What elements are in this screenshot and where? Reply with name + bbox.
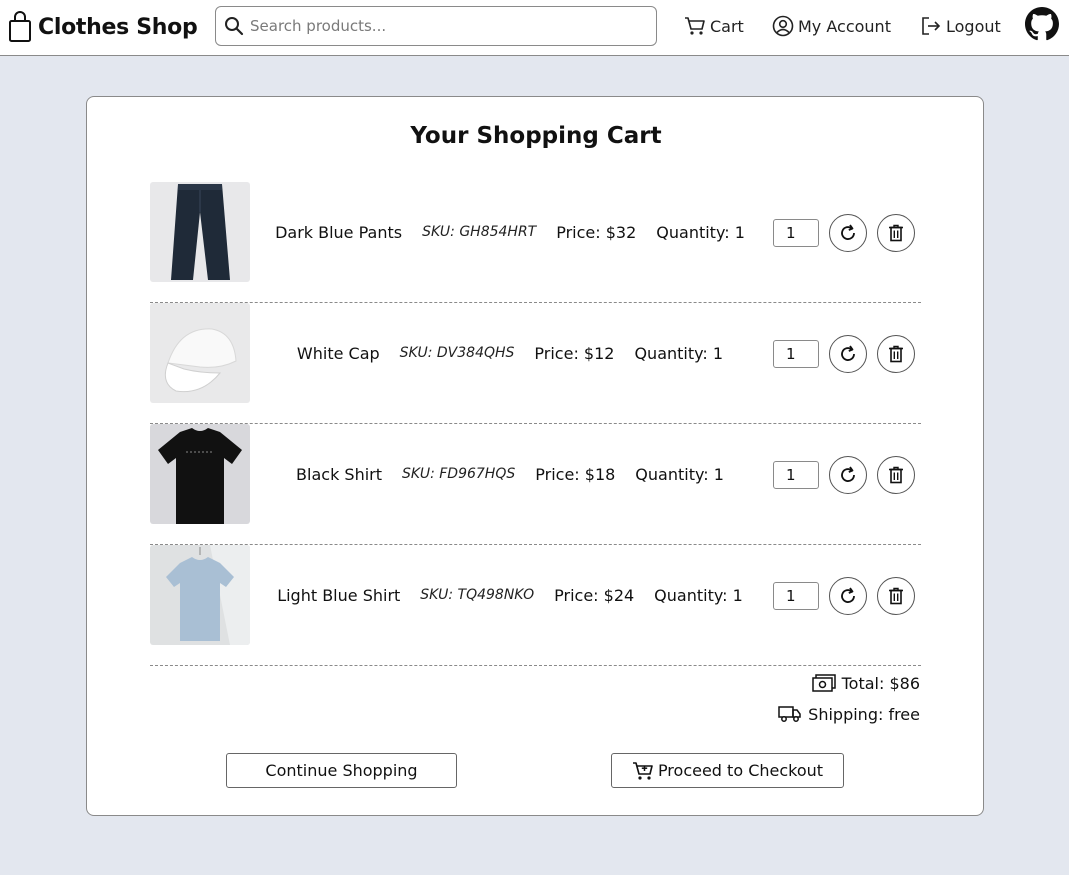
page-title: Your Shopping Cart (410, 123, 662, 149)
truck-icon (778, 706, 801, 722)
update-quantity-button[interactable] (829, 335, 867, 373)
nav-cart-label: Cart (710, 16, 744, 36)
item-quantity: Quantity: 1 (635, 464, 724, 484)
search-bar (215, 6, 657, 46)
item-name: Dark Blue Pants (275, 222, 403, 242)
item-name: Light Blue Shirt (277, 585, 401, 605)
item-sku: SKU: GH854HRT (422, 224, 537, 240)
quantity-input[interactable] (773, 219, 819, 247)
item-quantity: Quantity: 1 (656, 222, 745, 242)
cart-item-row: Dark Blue Pants SKU: GH854HRT Price: $32… (150, 182, 921, 303)
refresh-icon (841, 466, 855, 482)
user-circle-icon (772, 15, 794, 37)
refresh-icon (841, 224, 855, 240)
item-price: Price: $24 (554, 585, 635, 605)
nav-logout-label: Logout (946, 16, 1001, 36)
shipping-info: Shipping: free (778, 704, 920, 724)
product-image-black-shirt (150, 424, 250, 524)
trash-icon (889, 466, 903, 484)
item-quantity: Quantity: 1 (654, 585, 743, 605)
github-icon (1025, 7, 1059, 41)
total-label: Total: $86 (841, 673, 920, 693)
item-details: Dark Blue Pants SKU: GH854HRT Price: $32… (250, 182, 770, 282)
brand-name: Clothes Shop (38, 14, 198, 40)
refresh-icon (841, 345, 855, 361)
item-details: Light Blue Shirt SKU: TQ498NKO Price: $2… (250, 545, 770, 645)
item-details: Black Shirt SKU: FD967HQS Price: $18 Qua… (250, 424, 770, 524)
item-details: White Cap SKU: DV384QHS Price: $12 Quant… (250, 303, 770, 403)
cart-plus-icon (632, 761, 653, 780)
cart-total: Total: $86 (811, 673, 920, 693)
shopping-bag-icon (9, 11, 31, 42)
quantity-input[interactable] (773, 461, 819, 489)
cart-item-row: Black Shirt SKU: FD967HQS Price: $18 Qua… (150, 424, 921, 545)
nav-cart-link[interactable]: Cart (684, 14, 744, 38)
item-name: Black Shirt (296, 464, 383, 484)
search-input[interactable] (250, 11, 640, 41)
remove-item-button[interactable] (877, 456, 915, 494)
trash-icon (889, 345, 903, 363)
item-sku: SKU: FD967HQS (402, 466, 516, 482)
shipping-label: Shipping: free (808, 704, 920, 724)
refresh-icon (841, 587, 855, 603)
remove-item-button[interactable] (877, 335, 915, 373)
continue-shopping-label: Continue Shopping (265, 761, 418, 780)
item-price: Price: $12 (534, 343, 615, 363)
logout-icon (922, 17, 941, 35)
quantity-input[interactable] (773, 582, 819, 610)
checkout-label: Proceed to Checkout (657, 761, 824, 780)
item-name: White Cap (296, 343, 380, 363)
brand-logo[interactable]: Clothes Shop (8, 10, 198, 44)
item-sku: SKU: DV384QHS (399, 345, 515, 361)
checkout-button[interactable]: Proceed to Checkout (611, 753, 844, 788)
trash-icon (889, 587, 903, 605)
cart-card: Your Shopping Cart Dark Blue Pants SKU: … (86, 96, 984, 816)
nav-account-label: My Account (798, 16, 891, 36)
product-image-light-blue-shirt (150, 545, 250, 645)
item-price: Price: $18 (535, 464, 616, 484)
remove-item-button[interactable] (877, 577, 915, 615)
update-quantity-button[interactable] (829, 456, 867, 494)
remove-item-button[interactable] (877, 214, 915, 252)
cart-icon (685, 17, 705, 35)
item-price: Price: $32 (556, 222, 637, 242)
github-link[interactable] (1025, 7, 1059, 45)
update-quantity-button[interactable] (829, 577, 867, 615)
cart-item-row: White Cap SKU: DV384QHS Price: $12 Quant… (150, 303, 921, 424)
search-icon (225, 17, 244, 36)
quantity-input[interactable] (773, 340, 819, 368)
nav-logout-link[interactable]: Logout (920, 14, 1001, 38)
continue-shopping-button[interactable]: Continue Shopping (226, 753, 457, 788)
item-quantity: Quantity: 1 (634, 343, 724, 363)
product-image-white-cap (150, 303, 250, 403)
money-icon (811, 674, 836, 692)
nav-account-link[interactable]: My Account (772, 14, 891, 38)
product-image-dark-blue-pants (150, 182, 250, 282)
update-quantity-button[interactable] (829, 214, 867, 252)
top-navbar: Clothes Shop Cart My Account Logout (0, 0, 1069, 56)
trash-icon (889, 224, 903, 242)
item-sku: SKU: TQ498NKO (420, 587, 535, 603)
cart-item-row: Light Blue Shirt SKU: TQ498NKO Price: $2… (150, 545, 921, 666)
